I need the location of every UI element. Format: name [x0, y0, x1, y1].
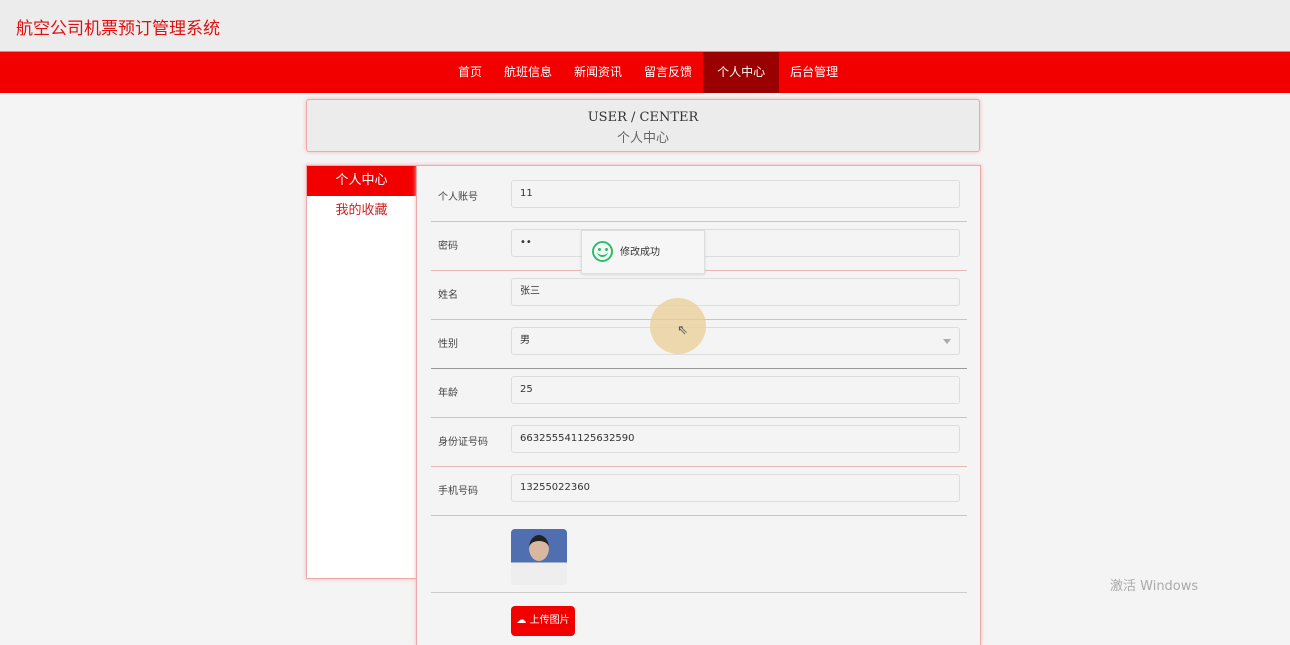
nav-admin[interactable]: 后台管理: [779, 52, 849, 93]
id-number-input[interactable]: 663255541125632590: [511, 425, 960, 453]
password-input[interactable]: ••: [511, 229, 960, 257]
sidebar-item-favorites[interactable]: 我的收藏: [307, 196, 416, 226]
success-toast: 修改成功: [581, 230, 705, 274]
field-label: 年龄: [438, 388, 458, 399]
phone-input[interactable]: 13255022360: [511, 474, 960, 502]
field-label: 手机号码: [438, 486, 478, 497]
nav-news[interactable]: 新闻资讯: [563, 52, 633, 93]
upload-image-button[interactable]: ☁ 上传图片: [511, 606, 575, 636]
sidebar-item-user-center[interactable]: 个人中心: [307, 166, 416, 196]
field-label: 个人账号: [438, 192, 478, 203]
field-label: 身份证号码: [438, 437, 488, 448]
site-title[interactable]: 航空公司机票预订管理系统: [16, 14, 220, 39]
cloud-upload-icon: ☁: [516, 615, 527, 626]
sidebar: 个人中心 我的收藏: [306, 165, 417, 579]
chevron-down-icon: [943, 339, 951, 344]
field-label: 密码: [438, 241, 458, 252]
banner-title-en: USER / CENTER: [587, 110, 699, 125]
form-row-id-number: 身份证号码 663255541125632590: [431, 418, 967, 467]
form-row-account: 个人账号 11: [431, 173, 967, 222]
avatar-photo: [511, 529, 567, 585]
gender-value: 男: [520, 335, 530, 346]
upload-label: 上传图片: [529, 615, 570, 626]
nav-feedback[interactable]: 留言反馈: [633, 52, 703, 93]
field-label: 姓名: [438, 290, 458, 301]
nav-bar: 首页 航班信息 新闻资讯 留言反馈 个人中心 后台管理: [0, 51, 1290, 93]
gender-select[interactable]: 男: [511, 327, 960, 355]
form-row-phone: 手机号码 13255022360: [431, 467, 967, 516]
nav-home[interactable]: 首页: [447, 52, 493, 93]
account-input[interactable]: 11: [511, 180, 960, 208]
nav-user-center[interactable]: 个人中心: [703, 52, 780, 93]
toast-message: 修改成功: [620, 247, 660, 258]
form-row-age: 年龄 25: [431, 369, 967, 418]
name-input[interactable]: 张三: [511, 278, 960, 306]
cursor-icon: ⇖: [677, 323, 688, 338]
age-input[interactable]: 25: [511, 376, 960, 404]
windows-watermark: 激活 Windows: [1110, 579, 1199, 594]
nav-flights[interactable]: 航班信息: [493, 52, 563, 93]
header: 航空公司机票预订管理系统: [0, 0, 1290, 51]
field-label: 性别: [438, 339, 458, 350]
page-banner: USER / CENTER 个人中心: [306, 99, 980, 152]
smile-icon: [592, 241, 613, 262]
banner-title-cn: 个人中心: [616, 131, 669, 146]
